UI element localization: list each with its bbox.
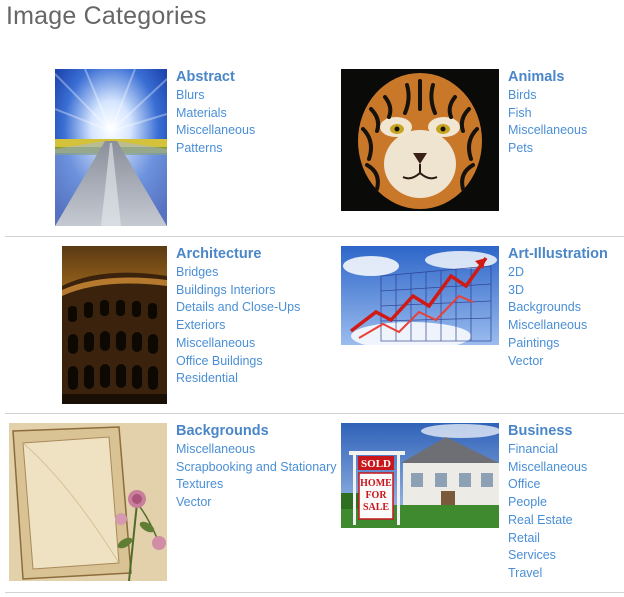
subcategory-link[interactable]: Miscellaneous (508, 122, 587, 140)
subcategory-link[interactable]: Vector (508, 353, 608, 371)
subcategory-link[interactable]: Scrapbooking and Stationary (176, 459, 337, 477)
road-motion-blur-image (55, 69, 167, 226)
animals-thumbnail[interactable] (341, 69, 499, 211)
art-illustration-thumbnail[interactable] (341, 246, 499, 345)
subcategory-link[interactable]: Office Buildings (176, 353, 300, 371)
subcategory-link[interactable]: Real Estate (508, 512, 587, 530)
subcategory-link[interactable]: Vector (176, 494, 337, 512)
category-business: Business Financial Miscellaneous Office … (508, 423, 587, 583)
subcategory-link[interactable]: Blurs (176, 87, 255, 105)
category-title-business[interactable]: Business (508, 423, 587, 440)
sold-house-image: SOLD HOME FOR SALE (341, 423, 499, 528)
subcategory-link[interactable]: Miscellaneous (176, 335, 300, 353)
backgrounds-thumbnail[interactable] (9, 423, 167, 581)
subcategory-link[interactable]: Residential (176, 370, 300, 388)
subcategory-link[interactable]: Fish (508, 105, 587, 123)
subcategory-link[interactable]: Travel (508, 565, 587, 583)
sold-sign-text: SOLD (361, 458, 391, 470)
subcategory-link[interactable]: Services (508, 547, 587, 565)
subcategory-link[interactable]: Exteriors (176, 317, 300, 335)
subcategory-link[interactable]: People (508, 494, 587, 512)
subcategory-link[interactable]: Buildings Interiors (176, 282, 300, 300)
page-title: Image Categories (6, 2, 207, 30)
category-abstract: Abstract Blurs Materials Miscellaneous P… (176, 69, 255, 158)
subcategory-link[interactable]: Miscellaneous (176, 122, 255, 140)
subcategory-link[interactable]: Financial (508, 441, 587, 459)
sign-home-text: HOME (360, 478, 392, 489)
category-title-abstract[interactable]: Abstract (176, 69, 255, 86)
sign-sale-text: SALE (363, 502, 389, 513)
subcategory-link[interactable]: Details and Close-Ups (176, 299, 300, 317)
sign-for-text: FOR (365, 490, 387, 501)
row-divider (5, 236, 624, 237)
subcategory-link[interactable]: Miscellaneous (508, 317, 608, 335)
row-divider (5, 592, 624, 593)
subcategory-link[interactable]: 2D (508, 264, 608, 282)
subcategory-link[interactable]: Backgrounds (508, 299, 608, 317)
category-backgrounds: Backgrounds Miscellaneous Scrapbooking a… (176, 423, 337, 512)
subcategory-link[interactable]: Pets (508, 140, 587, 158)
arrow-graph-image (341, 246, 499, 345)
subcategory-link[interactable]: Office (508, 476, 587, 494)
subcategory-link[interactable]: 3D (508, 282, 608, 300)
subcategory-link[interactable]: Retail (508, 530, 587, 548)
subcategory-link[interactable]: Miscellaneous (508, 459, 587, 477)
row-divider (5, 413, 624, 414)
category-art-illustration: Art-Illustration 2D 3D Backgrounds Misce… (508, 246, 608, 370)
architecture-thumbnail[interactable] (62, 246, 167, 404)
subcategory-link[interactable]: Textures (176, 476, 337, 494)
category-title-animals[interactable]: Animals (508, 69, 587, 86)
tiger-face-image (341, 69, 499, 211)
category-architecture: Architecture Bridges Buildings Interiors… (176, 246, 300, 388)
vintage-paper-roses-image (9, 423, 167, 581)
category-animals: Animals Birds Fish Miscellaneous Pets (508, 69, 587, 158)
category-title-backgrounds[interactable]: Backgrounds (176, 423, 337, 440)
category-title-art-illustration[interactable]: Art-Illustration (508, 246, 608, 263)
business-thumbnail[interactable]: SOLD HOME FOR SALE (341, 423, 499, 528)
abstract-thumbnail[interactable] (55, 69, 167, 226)
subcategory-link[interactable]: Miscellaneous (176, 441, 337, 459)
subcategory-link[interactable]: Patterns (176, 140, 255, 158)
category-title-architecture[interactable]: Architecture (176, 246, 300, 263)
subcategory-link[interactable]: Bridges (176, 264, 300, 282)
colosseum-image (62, 246, 167, 404)
subcategory-link[interactable]: Paintings (508, 335, 608, 353)
subcategory-link[interactable]: Birds (508, 87, 587, 105)
subcategory-link[interactable]: Materials (176, 105, 255, 123)
